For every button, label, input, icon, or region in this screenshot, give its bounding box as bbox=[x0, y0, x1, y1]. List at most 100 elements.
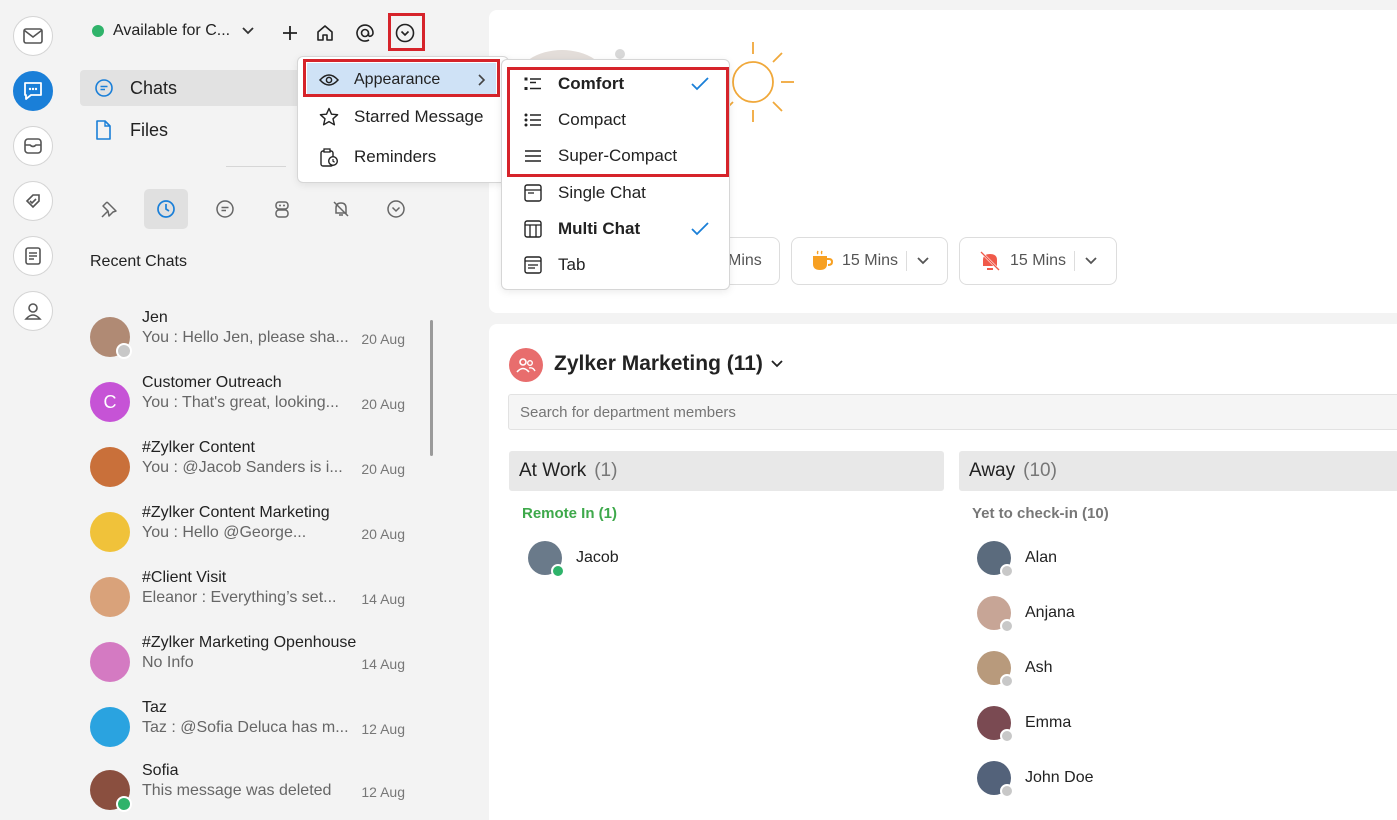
department-search-input[interactable] bbox=[508, 394, 1397, 430]
presence-online bbox=[116, 796, 132, 812]
chat-date: 20 Aug bbox=[361, 331, 405, 347]
group-icon bbox=[516, 358, 536, 373]
chat-list-scrollbar[interactable] bbox=[430, 320, 433, 456]
member-name: Ash bbox=[1025, 659, 1053, 676]
avatar bbox=[90, 512, 130, 552]
member-jacob[interactable]: Jacob bbox=[528, 540, 619, 578]
presence-offline bbox=[1000, 564, 1014, 578]
chat-preview: Eleanor : Everything’s set... bbox=[142, 589, 337, 606]
at-work-header[interactable]: At Work (1) bbox=[509, 451, 944, 491]
avatar bbox=[90, 707, 130, 747]
chevron-down-icon bbox=[917, 257, 929, 265]
reminder-icon bbox=[318, 147, 340, 167]
inbox-button[interactable] bbox=[13, 126, 53, 166]
new-chat-button[interactable] bbox=[277, 20, 303, 46]
chat-nav-button[interactable] bbox=[13, 71, 53, 111]
filter-pinned[interactable] bbox=[87, 189, 131, 229]
away-header[interactable]: Away (10) bbox=[959, 451, 1397, 491]
file-icon bbox=[94, 120, 114, 140]
chat-date: 20 Aug bbox=[361, 461, 405, 477]
chat-filter-icon bbox=[216, 200, 234, 218]
department-selector[interactable]: Zylker Marketing (11) bbox=[554, 352, 783, 376]
member-row[interactable]: Emma bbox=[977, 705, 1072, 743]
tasks-icon bbox=[25, 194, 40, 209]
filter-muted[interactable] bbox=[319, 189, 363, 229]
chat-list-item[interactable]: C Customer Outreach You : That's great, lo… bbox=[90, 374, 410, 430]
timer-button-3[interactable]: 15 Mins bbox=[959, 237, 1117, 285]
chat-name: Taz bbox=[142, 699, 167, 716]
chat-preview: You : @Jacob Sanders is i... bbox=[142, 459, 343, 476]
member-name: Anjana bbox=[1025, 604, 1075, 621]
home-button[interactable] bbox=[312, 20, 338, 46]
menu-item-reminders[interactable]: Reminders bbox=[298, 139, 508, 175]
avatar bbox=[977, 541, 1014, 578]
check-icon bbox=[691, 222, 709, 236]
chat-date: 14 Aug bbox=[361, 656, 405, 672]
member-name: Jacob bbox=[576, 549, 619, 566]
status-selector[interactable]: Available for C... bbox=[92, 22, 254, 40]
timer-divider bbox=[1074, 251, 1076, 271]
filter-recent[interactable] bbox=[144, 189, 188, 229]
chat-date: 14 Aug bbox=[361, 591, 405, 607]
menu-item-label: Reminders bbox=[354, 147, 437, 166]
timer-button-2[interactable]: 15 Mins bbox=[791, 237, 948, 285]
filter-chats[interactable] bbox=[203, 189, 247, 229]
chat-list-item[interactable]: Sofia This message was deleted 12 Aug bbox=[90, 762, 410, 818]
presence-offline bbox=[116, 343, 132, 359]
chat-date: 12 Aug bbox=[361, 784, 405, 800]
nav-files-label: Files bbox=[130, 119, 169, 140]
chat-list-item[interactable]: Jen You : Hello Jen, please sha... 20 Aug bbox=[90, 309, 410, 365]
member-name: Emma bbox=[1025, 714, 1072, 731]
chat-list-item[interactable]: #Zylker Content You : @Jacob Sanders is i… bbox=[90, 439, 410, 495]
member-row[interactable]: Alan bbox=[977, 540, 1057, 578]
timer-label: 15 Mins bbox=[842, 252, 899, 269]
tab-icon bbox=[522, 256, 544, 274]
menu-item-tab[interactable]: Tab bbox=[502, 247, 729, 283]
chat-list-item[interactable]: Taz Taz : @Sofia Deluca has m... 12 Aug bbox=[90, 699, 410, 755]
yet-to-checkin-label: Yet to check-in (10) bbox=[972, 505, 1109, 522]
mentions-button[interactable] bbox=[352, 20, 378, 46]
menu-item-starred[interactable]: Starred Message bbox=[298, 99, 508, 135]
menu-item-single-chat[interactable]: Single Chat bbox=[502, 175, 729, 211]
avatar bbox=[90, 642, 130, 682]
chat-list-item[interactable]: #Zylker Content Marketing You : Hello @Ge… bbox=[90, 504, 410, 560]
member-row[interactable]: Ash bbox=[977, 650, 1053, 688]
at-work-count: (1) bbox=[594, 460, 618, 481]
mute-icon bbox=[333, 201, 349, 217]
member-row[interactable]: Anjana bbox=[977, 595, 1075, 633]
contacts-button[interactable] bbox=[13, 291, 53, 331]
chevron-circle-icon bbox=[387, 200, 405, 218]
chat-preview: You : That's great, looking... bbox=[142, 394, 339, 411]
tasks-button[interactable] bbox=[13, 181, 53, 221]
chat-date: 20 Aug bbox=[361, 526, 405, 542]
chat-name: Jen bbox=[142, 309, 168, 326]
mail-button[interactable] bbox=[13, 16, 53, 56]
away-count: (10) bbox=[1023, 460, 1057, 481]
avatar bbox=[977, 761, 1014, 798]
chat-name: #Zylker Marketing Openhouse bbox=[142, 634, 357, 651]
pin-icon bbox=[101, 201, 117, 218]
nav-files[interactable]: Files bbox=[80, 112, 305, 148]
notes-button[interactable] bbox=[13, 236, 53, 276]
chat-list-item[interactable]: #Zylker Marketing Openhouse No Info 14 Aug bbox=[90, 634, 410, 690]
nav-chats[interactable]: Chats bbox=[80, 70, 305, 106]
filter-more[interactable] bbox=[374, 189, 418, 229]
mail-icon bbox=[23, 28, 43, 44]
avatar bbox=[90, 447, 130, 487]
highlight-density-options bbox=[507, 67, 729, 177]
member-row[interactable]: John Doe bbox=[977, 760, 1094, 798]
mute-bell-icon bbox=[980, 251, 1000, 271]
highlight-more-options bbox=[388, 13, 425, 51]
menu-item-multi-chat[interactable]: Multi Chat bbox=[502, 211, 729, 247]
chat-preview: Taz : @Sofia Deluca has m... bbox=[142, 719, 349, 736]
chat-list-item[interactable]: #Client Visit Eleanor : Everything’s set.… bbox=[90, 569, 410, 625]
chat-preview: You : Hello @George... bbox=[142, 524, 307, 541]
presence-offline bbox=[1000, 674, 1014, 688]
status-dot bbox=[92, 25, 104, 37]
chat-name: Sofia bbox=[142, 762, 179, 779]
timer-label: 15 Mins bbox=[1010, 252, 1067, 269]
menu-item-label: Tab bbox=[558, 255, 586, 274]
member-name: John Doe bbox=[1025, 769, 1094, 786]
chat-name: #Zylker Content Marketing bbox=[142, 504, 330, 521]
filter-bots[interactable] bbox=[260, 189, 304, 229]
